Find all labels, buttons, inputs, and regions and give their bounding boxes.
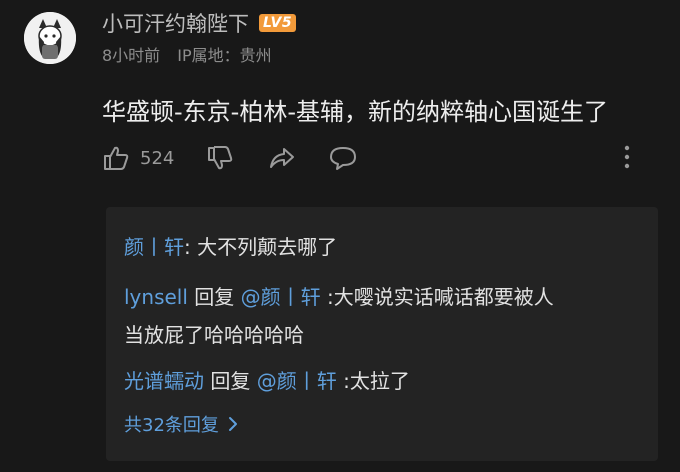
dislike-icon <box>208 146 233 170</box>
reply-item: 光谱蠕动 回复 @颜丨轩 :太拉了 <box>124 365 410 397</box>
like-count: 524 <box>140 147 175 169</box>
reply-text: 大不列颠去哪了 <box>197 235 338 259</box>
reply-item: 颜丨轩: 大不列颠去哪了 <box>124 231 337 263</box>
comment-header: 小可汗约翰陛下 LV5 <box>102 8 297 38</box>
like-button[interactable]: 524 <box>102 144 174 172</box>
more-button[interactable] <box>622 144 632 174</box>
username[interactable]: 小可汗约翰陛下 <box>102 8 249 38</box>
avatar[interactable] <box>24 12 76 64</box>
reply-author[interactable]: 颜丨轩 <box>124 235 184 259</box>
more-vertical-icon <box>624 145 630 169</box>
reply-action: 回复 <box>204 369 257 393</box>
avatar-image <box>24 12 76 64</box>
ip-location: IP属地：贵州 <box>177 46 272 65</box>
reply-text: :太拉了 <box>336 369 410 393</box>
more-replies-link[interactable]: 共32条回复 <box>124 411 239 437</box>
reply-separator: : <box>184 235 198 259</box>
share-icon <box>270 148 295 168</box>
more-replies-label: 共32条回复 <box>124 415 219 436</box>
reply-mention[interactable]: @颜丨轩 <box>257 369 337 393</box>
comment-meta: 8小时前 IP属地：贵州 <box>102 42 284 66</box>
reply-text-continuation: 当放屁了哈哈哈哈哈 <box>124 323 304 347</box>
level-badge: LV5 <box>259 14 297 32</box>
reply-action: 回复 <box>187 285 241 309</box>
reply-item: lynsell 回复 @颜丨轩 :大嘤说实话喊话都要被人 <box>124 281 554 313</box>
reply-author[interactable]: 光谱蠕动 <box>124 369 204 393</box>
comment-actions: 524 <box>102 142 642 174</box>
post-time: 8小时前 <box>102 46 161 65</box>
comment-text: 华盛顿-东京-柏林-基辅，新的纳粹轴心国诞生了 <box>102 98 608 126</box>
share-button[interactable] <box>268 144 296 172</box>
chevron-right-icon <box>228 417 237 431</box>
like-icon <box>104 146 129 170</box>
comment-button[interactable] <box>328 144 358 172</box>
reply-text: :大嘤说实话喊话都要被人 <box>320 285 554 309</box>
reply-preview-box[interactable]: 颜丨轩: 大不列颠去哪了 lynsell 回复 @颜丨轩 :大嘤说实话喊话都要被… <box>106 207 658 461</box>
comment-icon <box>330 147 357 170</box>
dislike-button[interactable] <box>206 144 234 172</box>
reply-mention[interactable]: @颜丨轩 <box>241 285 321 309</box>
reply-author[interactable]: lynsell <box>124 285 188 309</box>
